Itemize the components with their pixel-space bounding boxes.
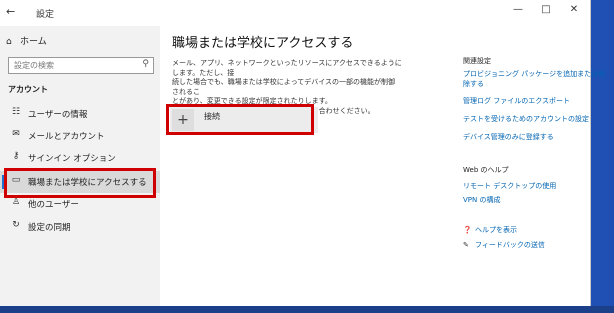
- sidebar-item-label: 設定の同期: [28, 223, 71, 233]
- help-icon: ❓: [463, 226, 472, 234]
- feedback-icon: ✎: [463, 241, 469, 249]
- sidebar-item-email-accounts[interactable]: ✉ メールとアカウント: [0, 125, 160, 147]
- minimize-button[interactable]: —: [508, 4, 528, 15]
- description-line: メール、アプリ、ネットワークといったリソースにアクセスできるようにします。ただし…: [172, 59, 402, 77]
- home-icon: ⌂: [6, 37, 12, 47]
- sync-icon: ↻: [12, 220, 20, 230]
- back-arrow-icon[interactable]: ←: [6, 5, 15, 18]
- link-export-logs[interactable]: 管理ログ ファイルのエクスポート: [463, 96, 570, 106]
- taskbar: [0, 306, 614, 313]
- highlight-box-connect: [166, 104, 314, 135]
- link-test-account[interactable]: テストを受けるためのアカウントの設定: [463, 114, 589, 124]
- search-placeholder: 設定の検索: [14, 61, 54, 70]
- get-help-link[interactable]: ❓ ヘルプを表示: [463, 225, 517, 235]
- key-icon: ⚷: [12, 151, 20, 161]
- sidebar-item-label: サインイン オプション: [28, 154, 116, 164]
- sidebar-item-user-info[interactable]: ☷ ユーザーの情報: [0, 103, 160, 125]
- user-card-icon: ☷: [11, 107, 21, 117]
- feedback-label: フィードバックの送信: [475, 241, 545, 249]
- title-bar: ← 設定 — □ ✕: [0, 0, 590, 26]
- main-content: 職場または学校にアクセスする メール、アプリ、ネットワークといったリソースにアク…: [160, 26, 605, 306]
- related-settings-header: 関連設定: [463, 57, 491, 65]
- link-vpn-config[interactable]: VPN の構成: [463, 195, 500, 205]
- search-input[interactable]: 設定の検索 ⚲: [8, 57, 154, 74]
- get-help-label: ヘルプを表示: [475, 226, 517, 234]
- sidebar-item-label: ホーム: [20, 37, 47, 47]
- section-header-account: アカウント: [8, 85, 48, 94]
- person-icon: ♙: [11, 197, 21, 207]
- sidebar-item-label: 他のユーザー: [28, 200, 79, 210]
- link-provisioning-package[interactable]: プロビジョニング パッケージを追加または削: [463, 69, 605, 79]
- web-help-header: Web のヘルプ: [463, 166, 509, 174]
- page-title: 職場または学校にアクセスする: [172, 36, 354, 51]
- link-remote-desktop[interactable]: リモート デスクトップの使用: [463, 181, 556, 191]
- settings-window: ← 設定 — □ ✕ ⌂ ホーム 設定の検索 ⚲ アカウント ☷ ユーザーの情報 …: [0, 0, 605, 306]
- sidebar-item-label: メールとアカウント: [28, 132, 105, 142]
- close-button[interactable]: ✕: [564, 4, 584, 15]
- feedback-link[interactable]: ✎ フィードバックの送信: [463, 240, 545, 250]
- sidebar-item-sync-settings[interactable]: ↻ 設定の同期: [0, 216, 160, 238]
- description-line: 続した場合でも、職場または学校によってデバイスの一部の機能が制御されるこ: [172, 78, 396, 96]
- sidebar: ⌂ ホーム 設定の検索 ⚲ アカウント ☷ ユーザーの情報 ✉ メールとアカウント…: [0, 26, 160, 306]
- sidebar-item-label: ユーザーの情報: [28, 110, 88, 120]
- search-icon[interactable]: ⚲: [142, 59, 149, 69]
- maximize-button[interactable]: □: [536, 4, 556, 15]
- sidebar-item-home[interactable]: ⌂ ホーム: [6, 34, 47, 47]
- sidebar-item-signin-options[interactable]: ⚷ サインイン オプション: [0, 147, 160, 169]
- link-enroll-device-management[interactable]: デバイス管理のみに登録する: [463, 132, 554, 142]
- window-title: 設定: [36, 10, 55, 20]
- link-provisioning-package-cont[interactable]: 除する: [463, 79, 484, 89]
- highlight-box-sidebar: [4, 168, 156, 198]
- mail-icon: ✉: [12, 129, 20, 139]
